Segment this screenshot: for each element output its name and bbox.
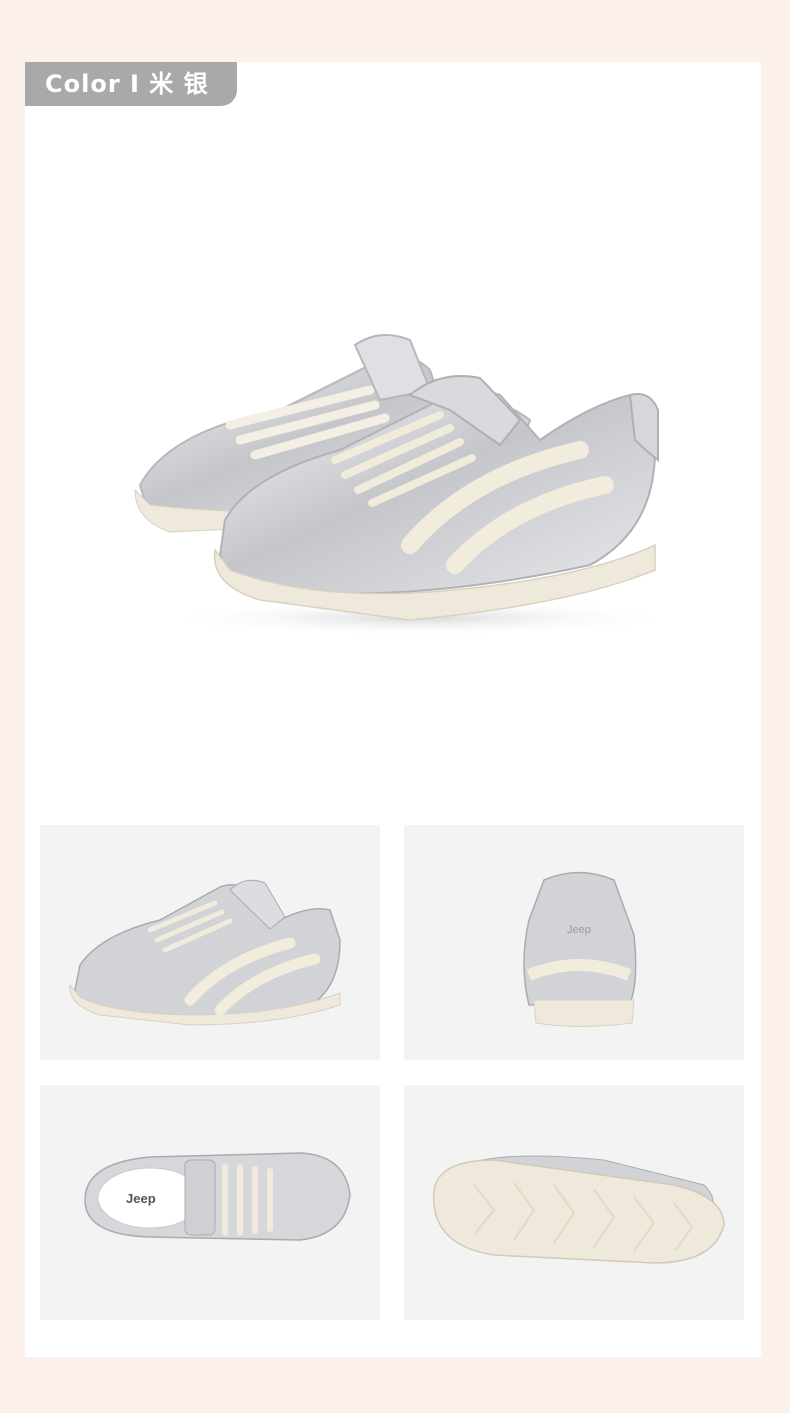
color-label-tag: Color I 米 银 <box>25 62 237 106</box>
sole-view-shoe <box>432 1155 725 1264</box>
sole-view-panel <box>404 1085 744 1320</box>
top-view-panel: Jeep <box>40 1085 380 1320</box>
insole-logo: Jeep <box>126 1191 156 1206</box>
back-view-panel: Jeep <box>404 825 744 1060</box>
heel-logo: Jeep <box>567 924 591 936</box>
top-view-shoe: Jeep <box>84 1152 351 1241</box>
side-view-shoe <box>69 879 341 1026</box>
sneaker-pair-illustration <box>134 334 680 636</box>
side-view-panel <box>40 825 380 1060</box>
color-label-text: Color I 米 银 <box>45 70 209 98</box>
hero-shoe-image <box>110 300 680 640</box>
back-view-shoe: Jeep <box>523 871 637 1027</box>
